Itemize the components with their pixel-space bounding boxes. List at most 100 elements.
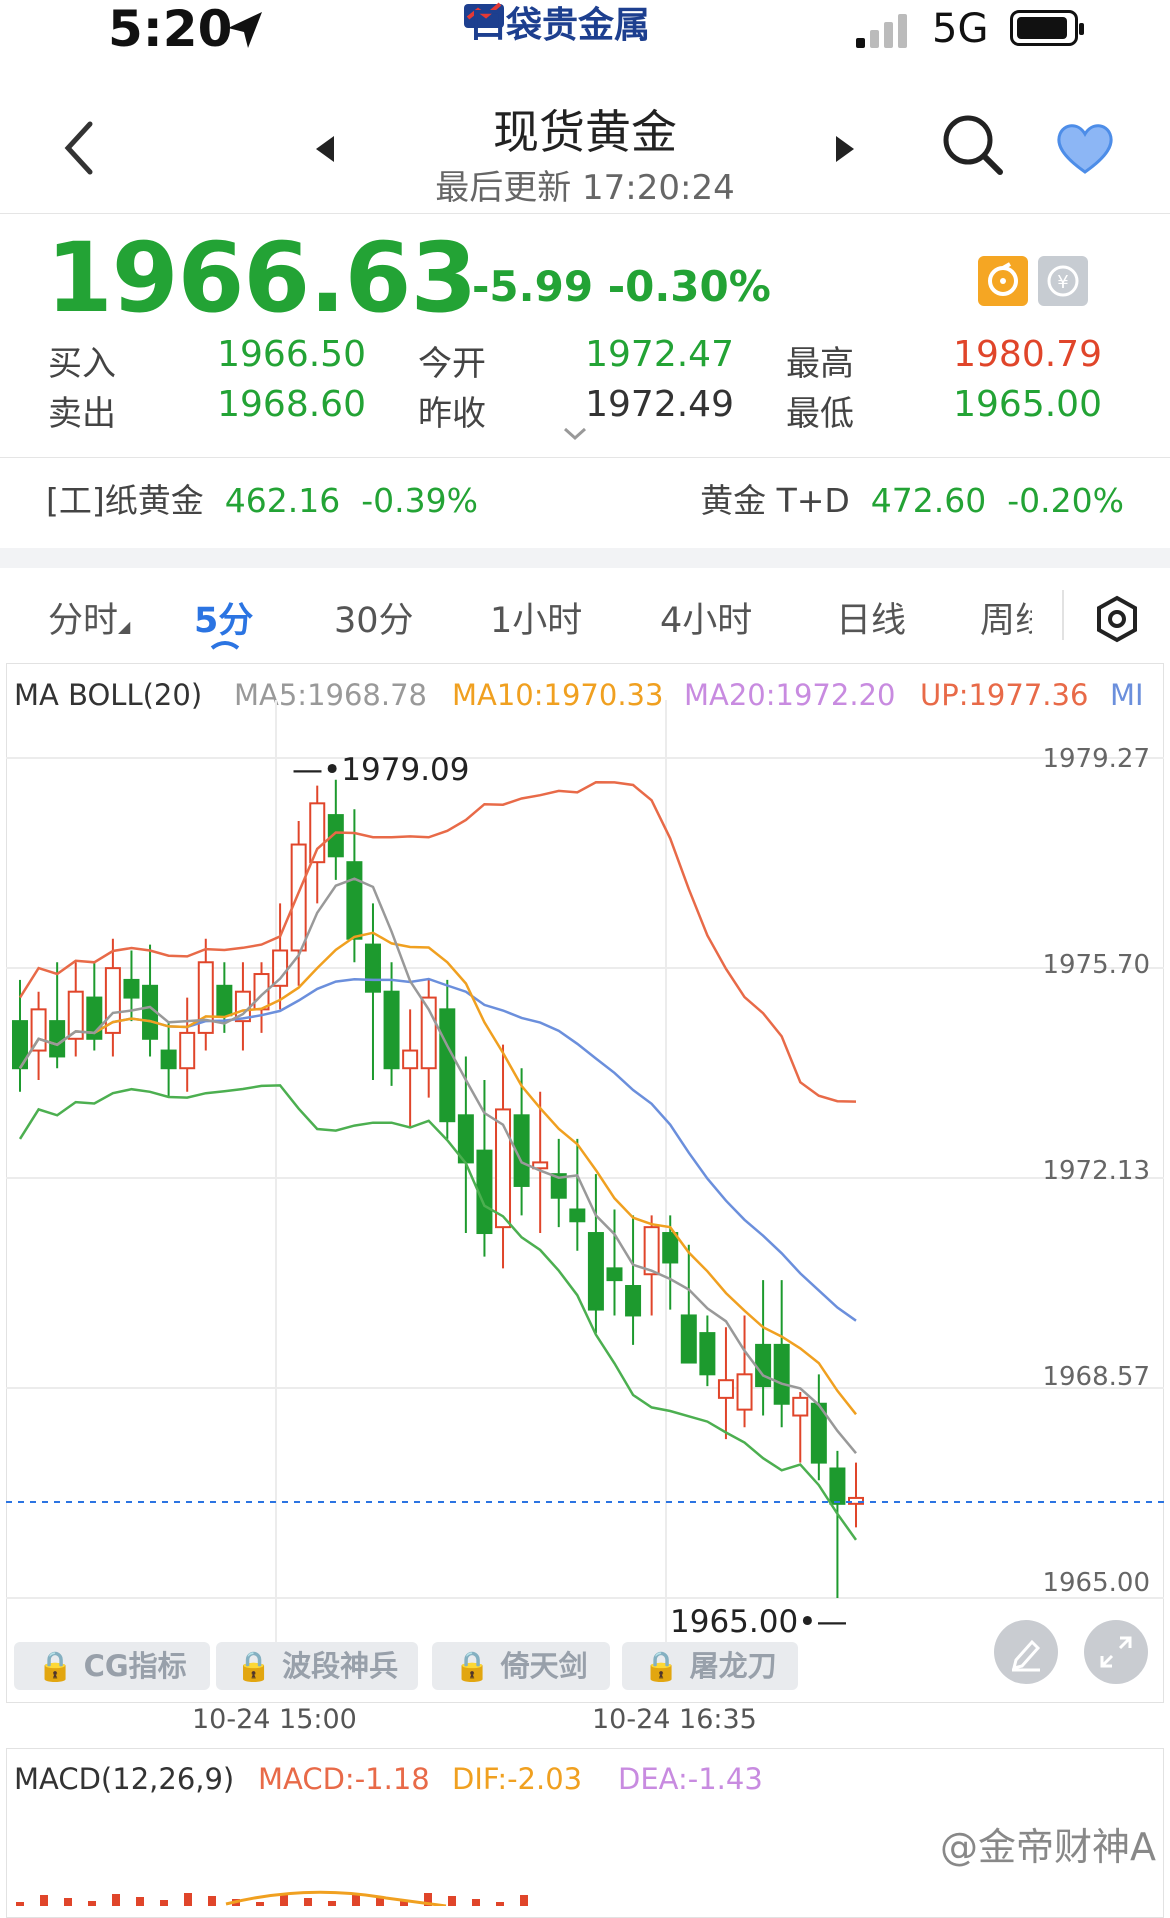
macd-value: MACD:-1.18 bbox=[258, 1762, 430, 1796]
high-value: 1980.79 bbox=[953, 334, 1102, 375]
ticker-price: 462.16 bbox=[224, 481, 341, 520]
candle-body bbox=[383, 990, 400, 1070]
ticker-name: 黄金 T+D bbox=[700, 481, 850, 520]
active-tab-indicator bbox=[210, 641, 240, 650]
locked-indicator-wave[interactable]: 🔒 波段神兵 bbox=[216, 1642, 418, 1690]
boll-upper-line bbox=[18, 781, 857, 1103]
dea-value: DEA:-1.43 bbox=[618, 1762, 763, 1796]
candle-body bbox=[160, 1049, 177, 1070]
tab-daily[interactable]: 日线 bbox=[836, 592, 906, 643]
last-price: 1966.63 bbox=[46, 222, 477, 334]
locked-indicator-cg[interactable]: 🔒 CG指标 bbox=[14, 1642, 210, 1690]
candle-body bbox=[680, 1314, 697, 1364]
ticker-pct: -0.20% bbox=[1007, 481, 1124, 520]
tab-30min[interactable]: 30分 bbox=[334, 592, 414, 643]
candle-body bbox=[606, 1267, 623, 1282]
open-label: 今开 bbox=[418, 344, 486, 384]
refresh-icon[interactable] bbox=[978, 256, 1028, 306]
ticker-pct: -0.39% bbox=[361, 481, 478, 520]
candle-body bbox=[346, 861, 363, 940]
macd-bar bbox=[472, 1899, 480, 1906]
ma5-line bbox=[18, 877, 857, 1454]
macd-bar bbox=[280, 1895, 288, 1906]
signal-icon bbox=[856, 12, 916, 48]
candle-body bbox=[755, 1343, 772, 1388]
tab-4hour[interactable]: 4小时 bbox=[660, 592, 752, 643]
candle-body bbox=[216, 984, 233, 1017]
settings-hexagon-icon[interactable] bbox=[1092, 594, 1142, 644]
macd-bar bbox=[112, 1894, 120, 1906]
search-icon[interactable] bbox=[942, 114, 1004, 176]
draw-tool-button[interactable] bbox=[994, 1620, 1058, 1684]
macd-bar bbox=[160, 1900, 168, 1906]
bid-value: 1966.50 bbox=[217, 334, 366, 375]
macd-bar bbox=[304, 1898, 312, 1906]
candle-body bbox=[643, 1226, 660, 1276]
locked-indicator-label: CG指标 bbox=[83, 1649, 187, 1683]
locked-indicator-label: 波段神兵 bbox=[282, 1649, 399, 1683]
y-tick: 1972.13 bbox=[1042, 1156, 1150, 1186]
watermark: @金帝财神A bbox=[940, 1825, 1156, 1869]
locked-indicator-label: 屠龙刀 bbox=[689, 1649, 777, 1683]
tab-label: 分时 bbox=[48, 601, 119, 641]
y-tick: 1979.27 bbox=[1042, 744, 1150, 774]
fullscreen-button[interactable] bbox=[1084, 1620, 1148, 1684]
currency-icon[interactable]: ¥ bbox=[1038, 256, 1088, 306]
macd-bar bbox=[40, 1895, 48, 1906]
candle-body bbox=[309, 802, 326, 864]
favorite-heart-icon[interactable] bbox=[1054, 120, 1116, 176]
open-value: 1972.47 bbox=[585, 334, 734, 375]
macd-bar bbox=[352, 1894, 360, 1906]
status-time: 5:20 bbox=[108, 0, 233, 58]
related-ticker-gold-td[interactable]: 黄金 T+D 472.60 -0.20% bbox=[700, 474, 1124, 522]
location-arrow-icon bbox=[228, 12, 262, 48]
candle-body bbox=[662, 1232, 679, 1264]
candle-body bbox=[587, 1232, 604, 1311]
candle-body bbox=[49, 1020, 66, 1058]
svg-text:¥: ¥ bbox=[1057, 272, 1068, 293]
expand-chevron-icon[interactable] bbox=[562, 426, 588, 442]
min-price-value: 1965.00 bbox=[670, 1604, 799, 1640]
locked-indicator-sword[interactable]: 🔒 倚天剑 bbox=[432, 1642, 610, 1690]
tab-weekly[interactable]: 周线 bbox=[980, 592, 1032, 643]
candle-body bbox=[439, 1008, 456, 1123]
app-brand: 口袋贵金属 bbox=[470, 5, 651, 46]
change-value: -5.99 bbox=[472, 262, 594, 311]
candle-body bbox=[179, 1031, 196, 1070]
header-divider bbox=[0, 213, 1170, 214]
macd-bar bbox=[88, 1901, 96, 1906]
tab-timeshare[interactable]: 分时◢ bbox=[48, 592, 130, 643]
related-ticker-paper-gold[interactable]: [工]纸黄金 462.16 -0.39% bbox=[46, 474, 478, 522]
max-price-value: 1979.09 bbox=[341, 752, 470, 788]
candle-body bbox=[364, 943, 381, 993]
low-value: 1965.00 bbox=[953, 384, 1102, 425]
ask-label: 卖出 bbox=[48, 394, 116, 434]
dif-value: DIF:-2.03 bbox=[452, 1762, 583, 1796]
macd-bar bbox=[496, 1902, 504, 1906]
pencil-icon bbox=[1011, 1639, 1041, 1672]
macd-histogram bbox=[16, 1890, 528, 1906]
expand-icon bbox=[1100, 1636, 1132, 1668]
locked-indicator-dragon[interactable]: 🔒 屠龙刀 bbox=[622, 1642, 798, 1690]
ticker-price: 472.60 bbox=[870, 481, 987, 520]
next-instrument-icon[interactable] bbox=[832, 134, 858, 164]
quote-divider bbox=[0, 457, 1170, 458]
tab-1hour[interactable]: 1小时 bbox=[490, 592, 582, 643]
y-tick: 1975.70 bbox=[1042, 950, 1150, 980]
macd-bar bbox=[136, 1897, 144, 1906]
candle-body bbox=[699, 1332, 716, 1376]
macd-bar bbox=[16, 1902, 24, 1906]
bid-label: 买入 bbox=[48, 344, 116, 384]
macd-bar bbox=[208, 1896, 216, 1906]
ask-value: 1968.60 bbox=[217, 384, 366, 425]
macd-bar bbox=[520, 1895, 528, 1906]
section-gap bbox=[0, 548, 1170, 568]
change-percent: -0.30% bbox=[607, 262, 771, 311]
candle-body bbox=[290, 843, 307, 952]
tab-5min[interactable]: 5分 bbox=[194, 592, 253, 643]
candlestick-chart[interactable] bbox=[6, 700, 1164, 1650]
macd-name[interactable]: MACD(12,26,9) bbox=[14, 1762, 234, 1796]
low-label: 最低 bbox=[786, 394, 854, 434]
price-change: -5.99 -0.30% bbox=[472, 262, 771, 311]
battery-icon bbox=[1010, 10, 1084, 46]
